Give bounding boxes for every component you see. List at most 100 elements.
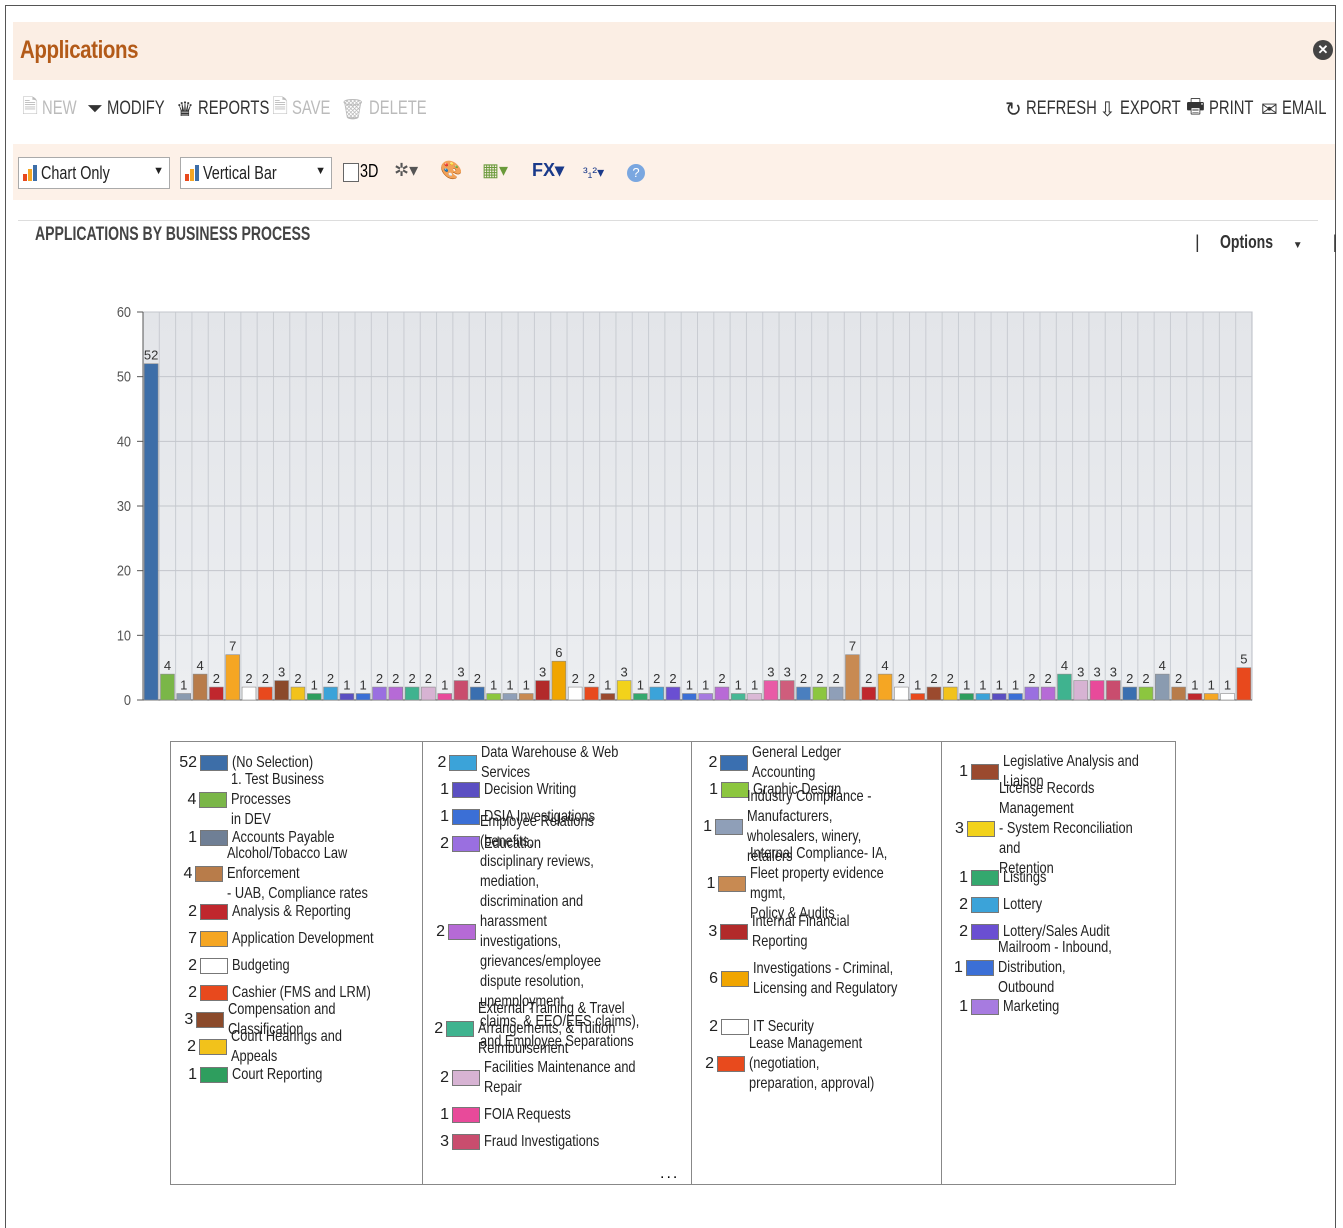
legend-swatch	[200, 904, 228, 920]
legend-item[interactable]: 1 Marketing	[946, 997, 1073, 1017]
legend-count: 4	[183, 865, 193, 882]
legend-item[interactable]: 2 Data Warehouse & Web Services	[427, 743, 691, 783]
bar	[143, 363, 159, 701]
legend-swatch	[200, 958, 228, 974]
bar	[502, 693, 518, 701]
legend-item[interactable]: 1 Listings	[946, 868, 1057, 888]
bar	[616, 680, 632, 701]
legend-more-indicator[interactable]: ...	[660, 1165, 679, 1183]
bar	[437, 693, 452, 701]
legend-item[interactable]: 2 External Training & Travel Arrangements…	[427, 999, 691, 1059]
legend-label: Application Development	[232, 930, 374, 947]
legend-count: 1	[959, 869, 968, 886]
bar-value-label: 1	[523, 678, 530, 693]
bar-value-label: 5	[1240, 652, 1247, 667]
legend-swatch	[971, 870, 999, 886]
legend-item[interactable]: 2 Court Hearings and Appeals	[175, 1027, 422, 1067]
bar-value-label: 1	[963, 678, 970, 693]
bar	[877, 673, 893, 701]
bar-value-label: 4	[1061, 658, 1068, 673]
legend-swatch	[200, 985, 228, 1001]
legend-label: Lease Management (negotiation, preparati…	[749, 1035, 875, 1092]
legend-label: Mailroom - Inbound, Distribution, Outbou…	[997, 939, 1112, 996]
bar-value-label: 2	[392, 671, 399, 686]
bar-value-label: 1	[1224, 678, 1231, 693]
legend-swatch	[715, 819, 743, 835]
bar-value-label: 2	[1175, 671, 1182, 686]
bar-value-label: 1	[637, 678, 644, 693]
bar-chart: 010203040506052414272 2 3 2 1 2 1 1 2 2 2 2 13 2 1 1 136…	[117, 303, 1253, 708]
bar-value-label: 2	[245, 671, 252, 686]
legend-count: 2	[187, 1038, 196, 1055]
bar	[763, 680, 779, 701]
legend-item[interactable]: 7 Application Development	[175, 929, 409, 949]
bar	[991, 693, 1007, 701]
bar-value-label: 1	[751, 678, 758, 693]
bar	[209, 686, 224, 701]
legend-label: 1. Test Business Processes in DEV	[231, 771, 325, 828]
legend-label: Decision Writing	[484, 781, 577, 798]
bar-value-label: 2	[718, 671, 725, 686]
bar	[567, 686, 583, 701]
legend-item[interactable]: 6 Investigations - Criminal, Licensing an…	[696, 959, 934, 999]
legend-item[interactable]: 1 FOIA Requests	[427, 1105, 593, 1125]
legend-item[interactable]: 2 Analysis & Reporting	[175, 902, 381, 922]
bar	[812, 686, 828, 701]
legend-item[interactable]: 1 Court Reporting	[175, 1065, 345, 1085]
legend-label: Alcohol/Tobacco Law Enforcement - UAB, C…	[227, 845, 369, 902]
legend-item[interactable]: 1 Decision Writing	[427, 780, 599, 800]
legend-item[interactable]: 1 Mailroom - Inbound, Distribution, Outbo…	[946, 938, 1175, 998]
legend-swatch	[971, 999, 999, 1015]
bar-value-label: 2	[865, 671, 872, 686]
bar-value-label: 2	[898, 671, 905, 686]
legend-item[interactable]: 2 Budgeting	[175, 956, 304, 976]
bar	[975, 693, 991, 701]
bar	[714, 686, 730, 701]
legend-label: License Records Management - System Reco…	[998, 780, 1133, 877]
legend-label: Investigations - Criminal, Licensing and…	[753, 960, 898, 997]
bar	[1057, 673, 1072, 701]
legend-item[interactable]: 2 Facilities Maintenance and Repair	[427, 1058, 673, 1098]
bar	[307, 693, 322, 701]
legend-swatch	[452, 782, 480, 798]
legend-item[interactable]: 4 1. Test Business Processes in DEV	[175, 770, 422, 830]
legend-item[interactable]: 3 Internal Financial Reporting	[696, 912, 941, 952]
legend-item[interactable]: 2 Lease Management (negotiation, preparat…	[696, 1034, 941, 1094]
legend-swatch	[721, 971, 749, 987]
legend-item[interactable]: 3 Fraud Investigations	[427, 1132, 628, 1152]
bar	[388, 686, 404, 701]
bar-value-label: 1	[506, 678, 513, 693]
bar	[943, 686, 958, 701]
legend-count: 2	[705, 1055, 715, 1072]
bar	[1155, 673, 1170, 701]
chart-legend: 52 (No Selection) 4 1. Test Business Proces…	[170, 741, 1176, 1185]
bar	[959, 693, 974, 701]
bar-value-label: 7	[849, 639, 856, 654]
legend-item[interactable]: 2 Lottery	[946, 895, 1052, 915]
bar-value-label: 3	[620, 665, 627, 680]
legend-item[interactable]: 4 Alcohol/Tobacco Law Enforcement - UAB, …	[175, 844, 422, 904]
y-tick-label: 0	[124, 691, 131, 708]
bar	[682, 693, 697, 701]
y-tick-label: 60	[117, 303, 131, 320]
legend-item[interactable]: 3 License Records Management - System Rec…	[946, 779, 1175, 879]
legend-label: Court Reporting	[232, 1066, 323, 1083]
bar	[910, 693, 925, 701]
bar	[828, 686, 844, 701]
legend-count: 7	[188, 930, 197, 947]
bar	[796, 686, 811, 701]
legend-column-3: 2 General Ledger Accounting 1 Graphic Desig…	[691, 742, 941, 1184]
bar	[551, 660, 567, 701]
legend-label: Analysis & Reporting	[232, 903, 351, 920]
legend-swatch	[965, 960, 994, 976]
y-tick-label: 30	[117, 497, 131, 514]
legend-count: 2	[434, 1020, 444, 1037]
legend-label: FOIA Requests	[484, 1106, 571, 1123]
legend-item[interactable]: 2 General Ledger Accounting	[696, 743, 941, 783]
bar	[665, 686, 681, 701]
legend-count: 2	[437, 754, 447, 771]
legend-swatch	[966, 821, 995, 837]
bar	[290, 686, 306, 701]
bar	[1106, 680, 1121, 701]
bar-value-label: 4	[1159, 658, 1166, 673]
